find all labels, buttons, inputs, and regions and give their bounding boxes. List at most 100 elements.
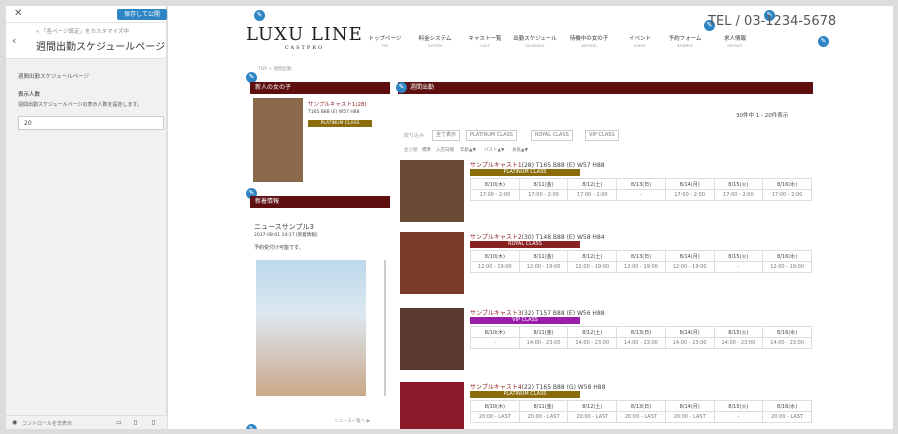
shift-cell: 12:00 - 19:00 — [762, 261, 812, 273]
cast-name[interactable]: サンプルキャスト1(28) T165 B88 (E) W57 H88 — [470, 160, 605, 169]
shift-cell: - — [470, 337, 520, 349]
cast-schedule-row: サンプルキャスト4(22) T165 B88 (G) W58 H88 PLATIN… — [398, 382, 813, 429]
class-badge: PLATINUM CLASS — [470, 391, 580, 398]
shift-cell: 14:00 - 23:00 — [616, 337, 666, 349]
news-item-title[interactable]: ニュースサンプル3 — [254, 222, 314, 232]
day-header: 8/11(金) — [518, 326, 569, 338]
sidebar: 新人の女の子 サンプルキャスト1(28) T165 B88 (E) W57 H8… — [246, 82, 390, 429]
display-count-input[interactable]: 20 — [18, 116, 164, 130]
day-header: 8/16(水) — [762, 178, 812, 190]
tablet-icon[interactable]: ▯ — [134, 419, 137, 426]
cast-stats: T157 B88 (E) W56 H88 — [535, 310, 605, 317]
day-header: 8/15(火) — [713, 250, 764, 262]
cast-name[interactable]: サンプルキャスト2(30) T148 B88 (E) W58 H84 — [470, 232, 605, 241]
cast-photo[interactable] — [253, 98, 303, 182]
day-header: 8/14(月) — [664, 400, 715, 412]
field-label: 表示人数 — [18, 92, 41, 98]
shift-cell: - — [616, 189, 666, 201]
cast-photo[interactable] — [400, 308, 464, 370]
cast-photo[interactable] — [400, 382, 464, 429]
customizer-breadcrumb: « 「各ページ設定」をカスタマイズ中 — [36, 29, 129, 35]
cast-schedule-row: サンプルキャスト3(32) T157 B88 (E) W56 H88 VIP CL… — [398, 308, 813, 378]
shift-cell: 17:00 - 2:00 — [470, 189, 520, 201]
nav-item[interactable]: 出勤スケジュール SCHEDULE — [513, 34, 557, 48]
cast-photo[interactable] — [400, 232, 464, 294]
day-header: 8/14(月) — [664, 326, 715, 338]
nav-item[interactable]: トップページ TOP — [363, 34, 407, 48]
pencil-icon[interactable]: ✎ — [254, 10, 265, 21]
day-header: 8/15(火) — [713, 326, 764, 338]
day-header: 8/13(日) — [616, 400, 666, 412]
site-logo[interactable]: LUXU LINE CASTPRO — [246, 24, 363, 51]
news-title: 新着情報 — [250, 196, 390, 208]
day-header: 8/10(木) — [470, 250, 520, 262]
new-girl-title: 新人の女の子 — [250, 82, 390, 94]
customizer-panel: ✕ 保存して公開 ‹ « 「各ページ設定」をカスタマイズ中 週間出勤スケジュール… — [6, 6, 167, 429]
hide-controls-label[interactable]: コントロールを非表示 — [22, 420, 72, 427]
nav-item[interactable]: 待機中の女の子 WAITING — [567, 34, 611, 48]
class-badge: PLATINUM CLASS — [470, 169, 580, 176]
shift-cell: 12:00 - 19:00 — [616, 261, 666, 273]
day-header: 8/12(土) — [567, 400, 618, 412]
shift-cell: 12:00 - 19:00 — [470, 261, 520, 273]
shift-cell: 17:00 - 2:00 — [518, 189, 569, 201]
day-header: 8/14(月) — [664, 250, 715, 262]
save-publish-button[interactable]: 保存して公開 — [117, 9, 167, 20]
day-header: 8/15(火) — [713, 178, 764, 190]
mobile-icon[interactable]: ▯ — [152, 419, 155, 426]
day-header: 8/16(水) — [762, 400, 812, 412]
news-date: 2017-08-01 14:17 [新着情報] — [254, 233, 318, 238]
field-description: 週間出勤スケジュールページの表示人数を設定します。 — [18, 102, 143, 108]
shift-cell: 14:00 - 23:00 — [713, 337, 764, 349]
breadcrumb[interactable]: TOP > 週間出勤 — [258, 66, 292, 72]
logo-text: LUXU LINE — [246, 24, 363, 45]
shift-cell: 20:00 - LAST — [470, 411, 520, 423]
shift-cell: 14:00 - 23:00 — [762, 337, 812, 349]
day-header: 8/13(日) — [616, 178, 666, 190]
news-list-link[interactable]: ニュース一覧へ ▶ — [334, 418, 370, 424]
cast-stats: T165 B88 (E) W57 H88 — [535, 162, 605, 169]
nav-item[interactable]: キャスト一覧 CAST — [463, 34, 507, 48]
back-icon[interactable]: ‹ — [12, 34, 16, 47]
shift-cell: 17:00 - 2:00 — [664, 189, 715, 201]
collapse-icon[interactable]: ◉ — [12, 419, 17, 426]
desktop-icon[interactable]: ▭ — [116, 419, 122, 426]
schedule-table: 8/10(木) 8/11(金) 8/12(土) 8/13(日) 8/14(月) 8/15(… — [470, 250, 812, 273]
day-header: 8/11(金) — [518, 250, 569, 262]
cast-photo[interactable] — [400, 160, 464, 222]
class-badge: VIP CLASS — [470, 317, 580, 324]
day-header: 8/11(金) — [518, 178, 569, 190]
day-header: 8/12(土) — [567, 250, 618, 262]
day-header: 8/11(金) — [518, 400, 569, 412]
nav-item[interactable]: イベント EVENT — [618, 34, 662, 48]
schedule-table: 8/10(木) 8/11(金) 8/12(土) 8/13(日) 8/14(月) 8/15(… — [470, 400, 812, 423]
nav-item[interactable]: 料金システム SYSTEM — [413, 34, 457, 48]
schedule-table: 8/10(木) 8/11(金) 8/12(土) 8/13(日) 8/14(月) 8/15(… — [470, 326, 812, 349]
schedule-main: ✎ 週間出勤 30件中 1 - 20件表示 絞り込み 全て表示 PLATINUM… — [396, 82, 813, 429]
shift-cell: 20:00 - LAST — [616, 411, 666, 423]
pencil-icon[interactable]: ✎ — [818, 36, 829, 47]
section-header: ‹ « 「各ページ設定」をカスタマイズ中 週間出勤スケジュールページ — [6, 23, 166, 59]
class-badge: PLATINUM CLASS — [308, 120, 372, 127]
nav-item[interactable]: 求人情報 RECRUIT — [713, 34, 757, 48]
day-header: 8/13(日) — [616, 326, 666, 338]
news-photo — [256, 260, 366, 396]
close-icon[interactable]: ✕ — [14, 8, 22, 19]
shift-cell: 14:00 - 23:00 — [567, 337, 618, 349]
shift-cell: 20:00 - LAST — [762, 411, 812, 423]
class-badge: ROYAL CLASS — [470, 241, 580, 248]
cast-name[interactable]: サンプルキャスト4(22) T165 B88 (G) W58 H88 — [470, 382, 605, 391]
shift-cell: 12:00 - 19:00 — [567, 261, 618, 273]
scrollbar[interactable] — [384, 260, 386, 396]
cast-stats: T148 B88 (E) W58 H84 — [535, 234, 605, 241]
news-text: 予約受付け可能です。 — [254, 245, 304, 251]
pencil-icon[interactable]: ✎ — [246, 424, 257, 429]
shift-cell: 20:00 - LAST — [567, 411, 618, 423]
cast-name[interactable]: サンプルキャスト3(32) T157 B88 (E) W56 H88 — [470, 308, 605, 317]
day-header: 8/10(木) — [470, 178, 520, 190]
cast-name[interactable]: サンプルキャスト1(28) — [308, 100, 367, 108]
day-header: 8/12(土) — [567, 326, 618, 338]
nav-item[interactable]: 予約フォーム RESERVE — [663, 34, 707, 48]
shift-cell: 20:00 - LAST — [518, 411, 569, 423]
day-header: 8/10(木) — [470, 326, 520, 338]
